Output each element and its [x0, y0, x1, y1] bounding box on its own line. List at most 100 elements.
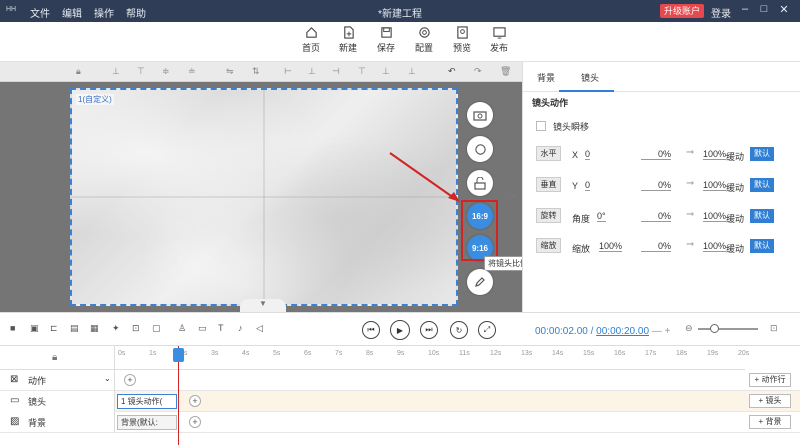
y-value[interactable]: 0: [585, 180, 591, 191]
camera-tool-icon[interactable]: ■: [10, 323, 23, 336]
zoom-slider-knob[interactable]: [710, 324, 719, 333]
flip-v-icon[interactable]: ⇅: [252, 66, 264, 78]
add-action-plus[interactable]: +: [124, 374, 136, 386]
scale-button[interactable]: 缩放: [536, 238, 561, 253]
scale-from[interactable]: 0%: [641, 241, 671, 252]
trash-icon[interactable]: 🗑︎: [500, 66, 512, 78]
timeline-lock-icon[interactable]: 🔒︎: [52, 352, 57, 363]
total-time[interactable]: 00:00:20.00: [596, 326, 649, 337]
zoom-slider[interactable]: [698, 324, 758, 333]
tab-background[interactable]: 背景: [537, 71, 555, 84]
play-button[interactable]: ▶: [390, 320, 410, 340]
distribute-bottom-icon[interactable]: ⊥: [408, 66, 420, 78]
zoom-out-icon[interactable]: ⊖: [685, 323, 698, 336]
align-top-icon[interactable]: ⊤: [137, 66, 149, 78]
new-button[interactable]: 新建: [331, 26, 365, 54]
magic-tool-icon[interactable]: ✦: [112, 323, 125, 336]
ruler-tick: 5s: [273, 350, 281, 357]
lock-icon[interactable]: 🔒︎: [76, 66, 88, 78]
home-button[interactable]: 首页: [294, 26, 328, 54]
config-button[interactable]: 配置: [407, 26, 441, 54]
picture-tool-icon[interactable]: ▢: [152, 323, 165, 336]
fit-icon[interactable]: ⊡: [770, 323, 783, 336]
playhead[interactable]: [173, 346, 184, 445]
background-clip[interactable]: 背景(默认:: [117, 415, 177, 430]
layer-tool-icon[interactable]: ▤: [70, 323, 83, 336]
rotate-button[interactable]: 旋转: [536, 208, 561, 223]
preview-button[interactable]: 预览: [445, 26, 479, 54]
playhead-handle[interactable]: [173, 348, 184, 362]
add-camera-button[interactable]: + 镜头: [749, 394, 791, 408]
add-action-row-button[interactable]: + 动作行: [749, 373, 791, 387]
vertical-button[interactable]: 垂直: [536, 177, 561, 192]
distribute-center-icon[interactable]: ⊥: [308, 66, 320, 78]
time-minus[interactable]: —: [652, 326, 662, 337]
volume-icon[interactable]: ◁: [256, 323, 269, 336]
chevron-down-icon[interactable]: ⌄: [104, 374, 111, 383]
x-value[interactable]: 0: [585, 149, 591, 160]
scale-to[interactable]: 100%: [703, 241, 727, 252]
publish-button[interactable]: 发布: [482, 26, 516, 54]
flip-h-icon[interactable]: ⇋: [226, 66, 238, 78]
align-left-icon[interactable]: ⊥: [112, 66, 124, 78]
horizontal-button[interactable]: 水平: [536, 146, 561, 161]
add-background-button[interactable]: + 背景: [749, 415, 791, 429]
align-center-v-icon[interactable]: ≑: [162, 66, 174, 78]
distribute-middle-icon[interactable]: ⊥: [382, 66, 394, 78]
x-default-button[interactable]: 默认: [750, 147, 774, 161]
scale-value[interactable]: 100%: [599, 241, 623, 252]
skip-forward-button[interactable]: ⏭︎: [420, 321, 438, 339]
fullscreen-button[interactable]: ⤢: [478, 321, 496, 339]
subtitle-icon[interactable]: ▭: [198, 323, 211, 336]
add-background-plus[interactable]: +: [189, 416, 201, 428]
close-button[interactable]: ✕: [777, 3, 791, 16]
angle-to[interactable]: 100%: [703, 211, 727, 222]
grid-tool-icon[interactable]: ▦: [90, 323, 103, 336]
camera-add-button[interactable]: [467, 102, 493, 128]
time-plus[interactable]: +: [665, 326, 671, 337]
add-camera-plus[interactable]: +: [189, 395, 201, 407]
y-from[interactable]: 0%: [641, 180, 671, 191]
crop-tool-icon[interactable]: ⊏: [50, 323, 63, 336]
instant-move-checkbox[interactable]: [536, 121, 546, 131]
align-center-h-icon[interactable]: ≐: [188, 66, 200, 78]
time-ruler[interactable]: 0s1s2s3s4s5s6s7s8s9s10s11s12s13s14s15s16…: [115, 346, 749, 370]
y-ease[interactable]: 缓动: [726, 181, 744, 194]
scale-ease[interactable]: 缓动: [726, 242, 744, 255]
ruler-tick: 3s: [211, 350, 219, 357]
edit-button[interactable]: [467, 269, 493, 295]
mic-icon[interactable]: ♪: [238, 323, 251, 336]
angle-value[interactable]: 0°: [597, 211, 606, 222]
x-from[interactable]: 0%: [641, 149, 671, 160]
save-button[interactable]: 保存: [369, 26, 403, 54]
text-icon[interactable]: T: [218, 323, 231, 336]
skip-back-button[interactable]: ⏮︎: [362, 321, 380, 339]
angle-ease[interactable]: 缓动: [726, 212, 744, 225]
camera-reset-button[interactable]: [467, 136, 493, 162]
distribute-top-icon[interactable]: ⊤: [358, 66, 370, 78]
scale-default-button[interactable]: 默认: [750, 239, 774, 253]
undo-icon[interactable]: ↶: [448, 66, 460, 78]
unlock-button[interactable]: [467, 170, 493, 196]
x-to[interactable]: 100%: [703, 149, 727, 160]
angle-from[interactable]: 0%: [641, 211, 671, 222]
y-default-button[interactable]: 默认: [750, 178, 774, 192]
minimize-button[interactable]: –: [738, 3, 752, 15]
distribute-right-icon[interactable]: ⊣: [332, 66, 344, 78]
collapse-panel-arrow[interactable]: ▶: [511, 190, 522, 204]
frame-tool-icon[interactable]: ⊡: [132, 323, 145, 336]
tab-camera[interactable]: 镜头: [581, 71, 599, 84]
person-icon[interactable]: ♙: [178, 323, 191, 336]
camera-clip[interactable]: 1 镜头动作(: [117, 394, 177, 409]
timeline-toggle[interactable]: ▼: [240, 299, 286, 312]
y-to[interactable]: 100%: [703, 180, 727, 191]
upgrade-account-button[interactable]: 升级账户: [660, 4, 705, 18]
angle-default-button[interactable]: 默认: [750, 209, 774, 223]
image-tool-icon[interactable]: ▣: [30, 323, 43, 336]
distribute-left-icon[interactable]: ⊢: [284, 66, 296, 78]
x-ease[interactable]: 缓动: [726, 150, 744, 163]
maximize-button[interactable]: □: [757, 3, 771, 15]
loop-button[interactable]: ↻: [450, 321, 468, 339]
redo-icon[interactable]: ↷: [474, 66, 486, 78]
login-link[interactable]: 登录: [711, 5, 731, 20]
